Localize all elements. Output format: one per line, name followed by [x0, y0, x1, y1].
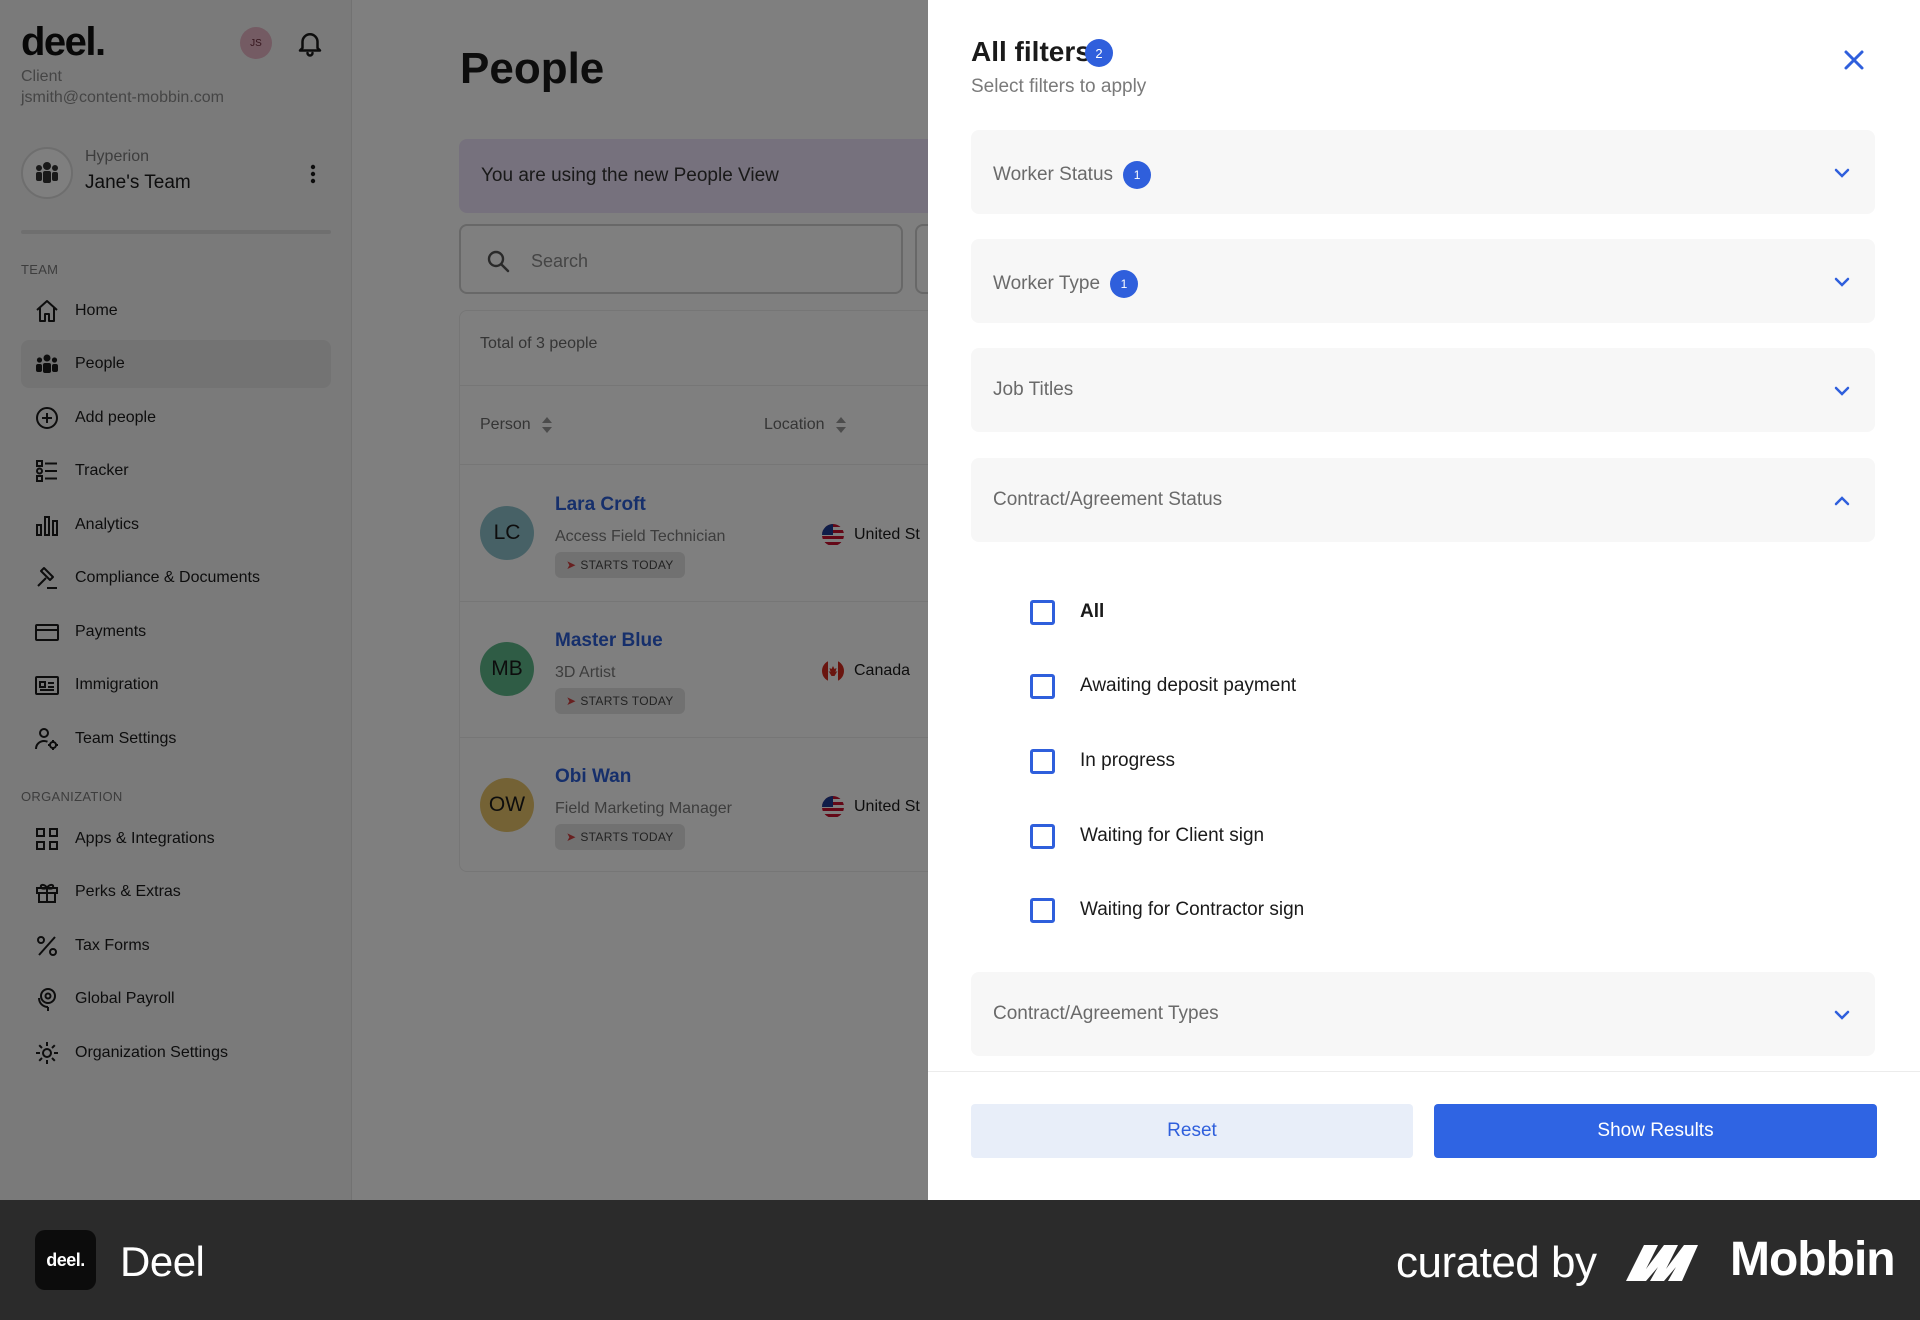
checkbox[interactable]: [1030, 823, 1055, 849]
count-badge: 1: [1123, 161, 1152, 189]
filters-drawer: All filters 2 Select filters to apply Wo…: [928, 0, 1920, 1200]
chevron-down-icon: [1834, 277, 1850, 287]
chevron-down-icon: [1834, 386, 1850, 396]
curated-by-text: curated by: [1396, 1238, 1597, 1287]
filter-section-label: Contract/Agreement Types: [993, 1003, 1219, 1025]
option-label: All: [1080, 601, 1105, 622]
filter-count-badge: 2: [1085, 39, 1113, 67]
modal-backdrop[interactable]: [0, 0, 928, 1200]
option-label: Waiting for Contractor sign: [1080, 899, 1305, 920]
filter-section-label: Worker Type 1: [993, 270, 1139, 298]
section-label-text: Worker Status: [993, 164, 1114, 185]
show-results-button[interactable]: Show Results: [1434, 1104, 1877, 1158]
checkbox-option[interactable]: Awaiting deposit payment: [1030, 671, 1296, 701]
filter-section-contract-types[interactable]: Contract/Agreement Types: [971, 972, 1875, 1056]
section-label-text: Contract/Agreement Status: [993, 489, 1223, 510]
brand-bar: deel. Deel curated by Mobbin: [0, 1200, 1920, 1320]
close-icon[interactable]: [1838, 44, 1870, 76]
option-label: Waiting for Client sign: [1080, 825, 1265, 846]
checkbox[interactable]: [1030, 748, 1055, 774]
option-label: In progress: [1080, 750, 1176, 771]
checkbox[interactable]: [1030, 897, 1055, 923]
filter-section-worker-type[interactable]: Worker Type 1: [971, 239, 1875, 323]
checkbox[interactable]: [1030, 599, 1055, 625]
checkbox-option[interactable]: Waiting for Client sign: [1030, 821, 1264, 851]
mobbin-wordmark: Mobbin: [1730, 1233, 1896, 1286]
checkbox-option[interactable]: Waiting for Contractor sign: [1030, 895, 1304, 925]
filter-section-label: Job Titles: [993, 379, 1073, 401]
chevron-up-icon: [1834, 496, 1850, 506]
section-label-text: Worker Type: [993, 273, 1101, 294]
count-badge: 1: [1110, 270, 1139, 298]
filter-section-job-titles[interactable]: Job Titles: [971, 348, 1875, 432]
checkbox-option[interactable]: In progress: [1030, 746, 1175, 776]
drawer-footer: Reset Show Results: [928, 1071, 1920, 1200]
mobbin-logo-icon: [1626, 1245, 1698, 1281]
filter-section-label: Contract/Agreement Status: [993, 489, 1222, 511]
drawer-title: All filters: [971, 36, 1091, 67]
checkbox[interactable]: [1030, 673, 1055, 699]
section-label-text: Job Titles: [993, 379, 1074, 400]
filter-section-contract-status[interactable]: Contract/Agreement Status: [971, 458, 1875, 542]
deel-app-icon: deel.: [35, 1230, 96, 1290]
chevron-down-icon: [1834, 168, 1850, 178]
app-name: Deel: [120, 1238, 205, 1285]
option-label: Awaiting deposit payment: [1080, 675, 1297, 696]
chevron-down-icon: [1834, 1010, 1850, 1020]
drawer-subtitle: Select filters to apply: [971, 76, 1147, 97]
section-label-text: Contract/Agreement Types: [993, 1003, 1219, 1024]
filter-section-worker-status[interactable]: Worker Status 1: [971, 130, 1875, 214]
filter-section-label: Worker Status 1: [993, 161, 1152, 189]
checkbox-option-all[interactable]: All: [1030, 597, 1104, 627]
reset-button[interactable]: Reset: [971, 1104, 1413, 1158]
